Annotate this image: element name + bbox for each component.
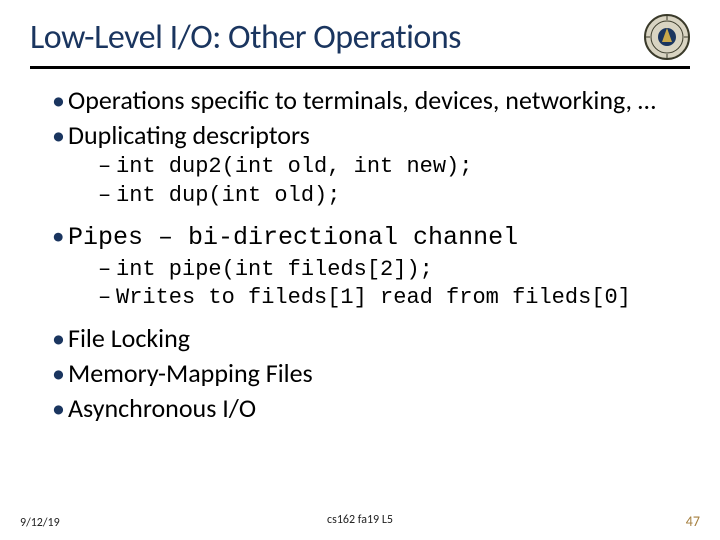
footer-date: 9/12/19 [20, 516, 60, 530]
code-text: Writes to fileds[1] read from fileds[0] [116, 285, 631, 310]
bullet-level1: •Operations specific to terminals, devic… [52, 85, 690, 116]
bullet-level2: –Writes to fileds[1] read from fileds[0] [98, 285, 690, 311]
bullet-level1: •Asynchronous I/O [52, 393, 690, 424]
seal-icon [644, 14, 690, 60]
footer-course: cs162 fa19 L5 [327, 513, 393, 527]
bullet-text: Asynchronous I/O [68, 392, 256, 424]
footer-page-number: 47 [686, 513, 700, 530]
bullet-level2: –int dup2(int old, int new); [98, 154, 690, 180]
bullet-level2: –int pipe(int fileds[2]); [98, 257, 690, 283]
bullet-level1: •File Locking [52, 323, 690, 354]
bullet-text: Memory-Mapping Files [68, 357, 313, 389]
bullet-text: Operations specific to terminals, device… [68, 84, 656, 116]
bullet-level1: •Memory-Mapping Files [52, 358, 690, 389]
code-text: int dup2(int old, int new); [116, 154, 472, 179]
bullet-text: File Locking [68, 322, 190, 354]
bullet-level2: –int dup(int old); [98, 183, 690, 209]
code-text: int pipe(int fileds[2]); [116, 257, 433, 282]
bullet-level1: •Duplicating descriptors [52, 120, 690, 151]
slide-body: •Operations specific to terminals, devic… [30, 85, 690, 423]
slide-footer: 9/12/19 cs162 fa19 L5 47 [0, 513, 720, 530]
bullet-text: Duplicating descriptors [68, 119, 310, 151]
slide-title: Low-Level I/O: Other Operations [30, 17, 461, 58]
bullet-level1: •Pipes – bi-directional channel [52, 221, 690, 253]
bullet-text: Pipes – bi-directional channel [68, 223, 518, 252]
code-text: int dup(int old); [116, 183, 340, 208]
